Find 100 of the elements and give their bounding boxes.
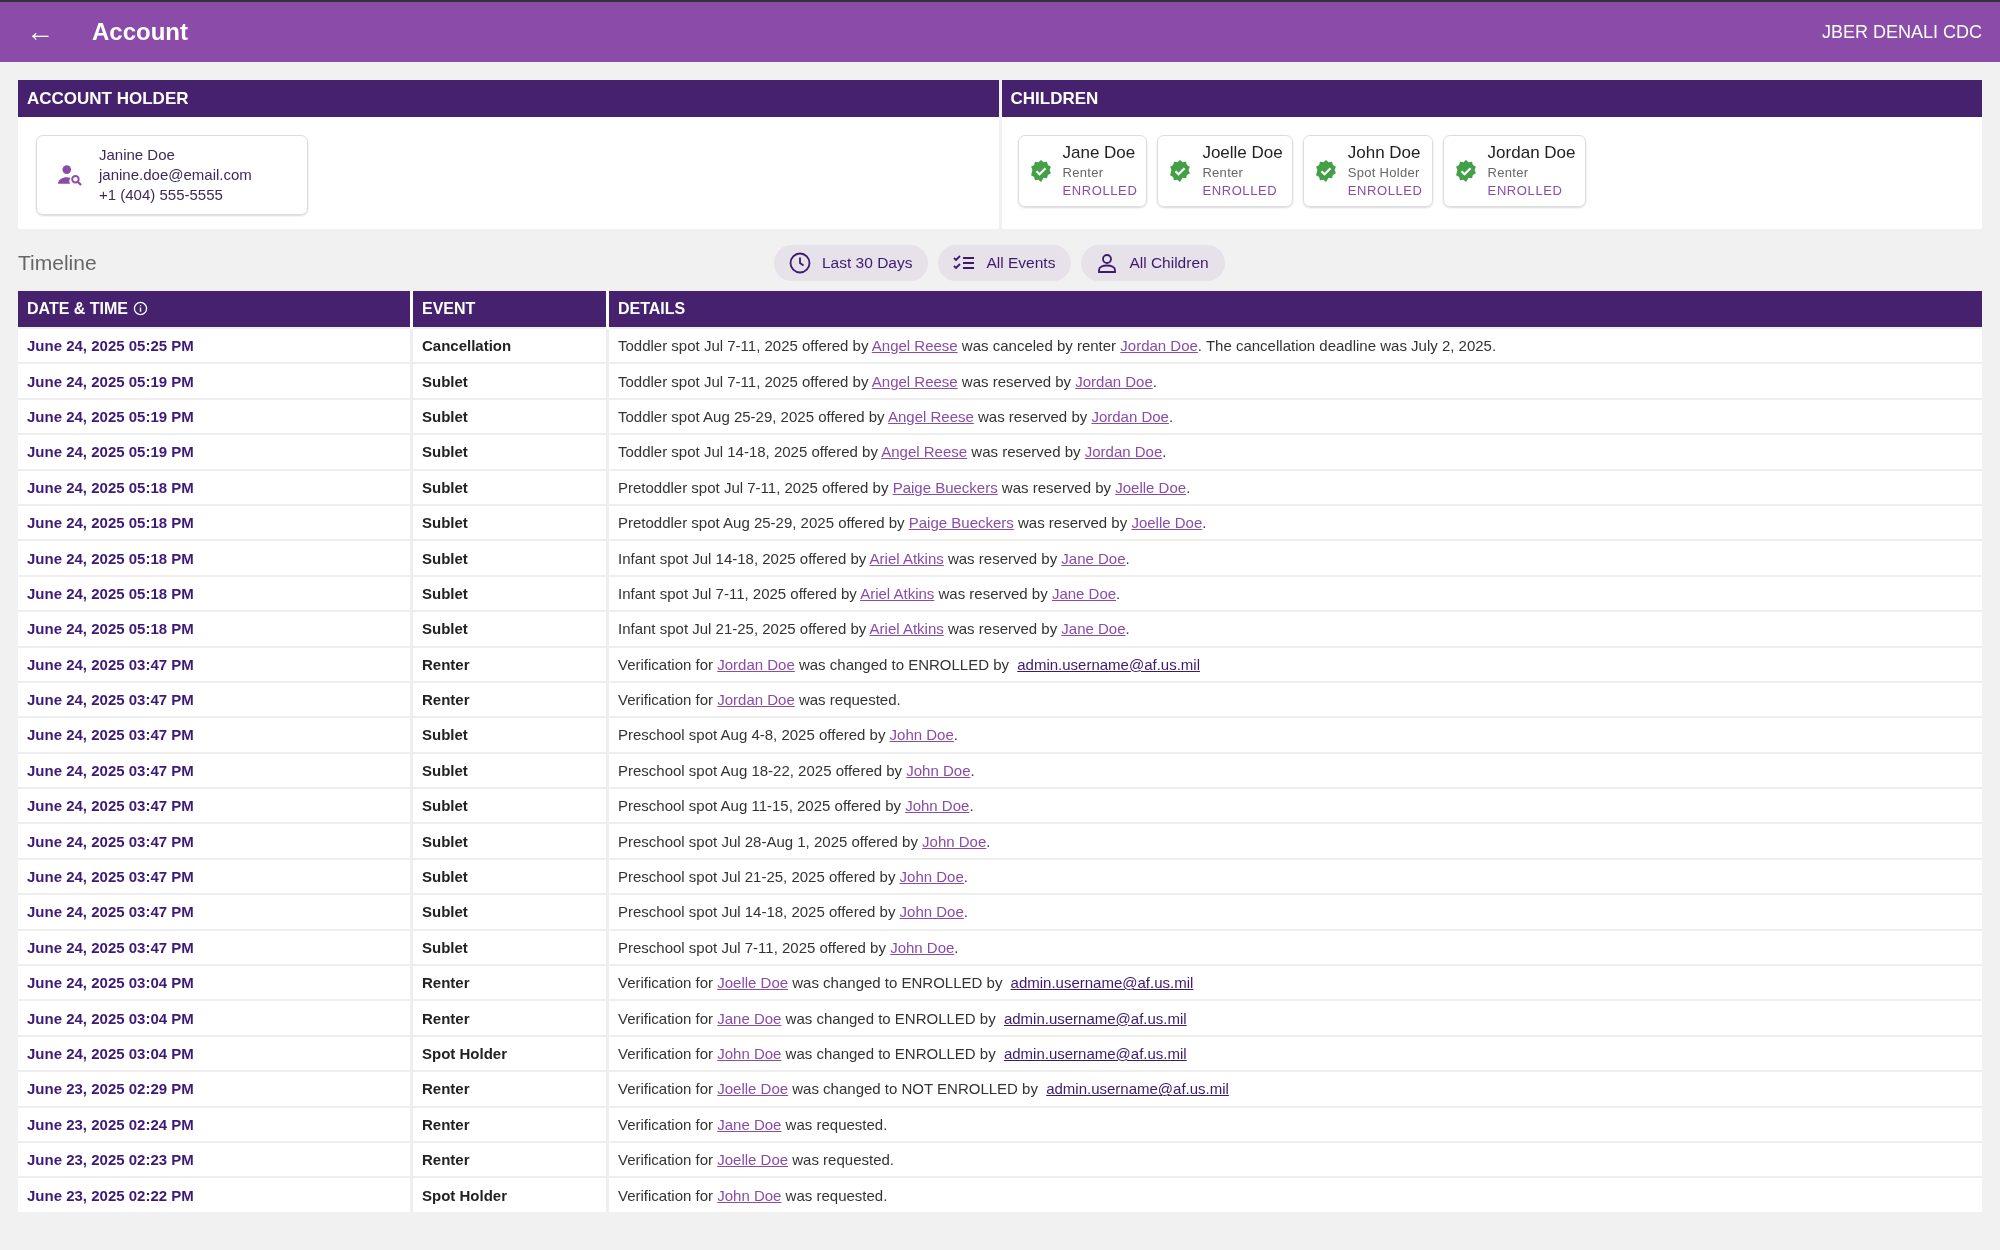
date-time-cell: June 24, 2025 05:19 PM xyxy=(18,363,412,399)
details-cell: Pretoddler spot Aug 25-29, 2025 offered by Paige Bueckers was reserved by Joelle Doe. xyxy=(607,504,1982,541)
email-link[interactable]: admin.username@af.us.mil xyxy=(1017,655,1201,673)
person-link[interactable]: Jordan Doe xyxy=(1084,443,1163,461)
person-link[interactable]: John Doe xyxy=(905,797,970,815)
back-button[interactable]: ← xyxy=(18,16,62,48)
date-time-cell: June 24, 2025 05:18 PM xyxy=(18,611,412,647)
person-link[interactable]: Paige Bueckers xyxy=(908,514,1014,532)
event-cell: Spot Holder xyxy=(411,1035,608,1072)
child-role: Renter xyxy=(1062,164,1105,182)
details-cell: Infant spot Jul 7-11, 2025 offered by Ariel Atkins was reserved by Jane Doe. xyxy=(607,575,1982,612)
child-card[interactable]: Joelle Doe Renter ENROLLED xyxy=(1157,135,1293,207)
date-time-cell: June 24, 2025 03:47 PM xyxy=(18,823,412,859)
person-link[interactable]: John Doe xyxy=(717,1045,782,1062)
date-time-cell: June 23, 2025 02:23 PM xyxy=(18,1142,412,1178)
person-link[interactable]: Joelle Doe xyxy=(717,1080,789,1098)
child-card[interactable]: Jordan Doe Renter ENROLLED xyxy=(1442,135,1586,207)
child-role: Spot Holder xyxy=(1347,164,1421,182)
person-link[interactable]: Jane Doe xyxy=(1061,620,1126,638)
details-cell: Verification for John Doe was requested. xyxy=(607,1177,1982,1212)
child-name: John Doe xyxy=(1347,142,1422,164)
date-time-cell: June 24, 2025 05:19 PM xyxy=(18,434,412,470)
timeline-title: Timeline xyxy=(18,251,98,275)
date-time-cell: June 24, 2025 03:47 PM xyxy=(18,929,412,966)
event-cell: Sublet xyxy=(411,363,608,399)
email-link[interactable]: admin.username@af.us.mil xyxy=(1046,1080,1229,1098)
details-cell: Verification for Jordan Doe was changed to ENROLLED by admin.username@af.us.mil xyxy=(607,646,1982,682)
child-card[interactable]: Jane Doe Renter ENROLLED xyxy=(1017,135,1148,207)
person-link[interactable]: John Doe xyxy=(890,938,955,956)
filter-chip[interactable]: Last 30 Days xyxy=(774,245,929,281)
person-link[interactable]: Jane Doe xyxy=(717,1115,782,1133)
filter-chip[interactable]: All Children xyxy=(1081,245,1225,281)
person-link[interactable]: Jordan Doe xyxy=(1120,337,1198,355)
person-link[interactable]: Paige Bueckers xyxy=(892,478,998,496)
email-link[interactable]: admin.username@af.us.mil xyxy=(1003,1045,1187,1062)
details-cell: Toddler spot Jul 14-18, 2025 offered by Angel Reese was reserved by Jordan Doe. xyxy=(607,434,1982,470)
details-cell: Verification for Joelle Doe was requested. xyxy=(607,1142,1982,1178)
column-header: DATE & TIME xyxy=(18,291,412,328)
person-link[interactable]: Jordan Doe xyxy=(717,655,795,673)
event-cell: Renter xyxy=(411,1106,608,1142)
date-time-cell: June 23, 2025 02:24 PM xyxy=(18,1106,412,1142)
event-cell: Renter xyxy=(411,1142,608,1178)
person-link[interactable]: John Doe xyxy=(717,1186,782,1204)
date-time-cell: June 24, 2025 03:47 PM xyxy=(18,894,412,930)
child-role: Renter xyxy=(1487,164,1530,182)
event-cell: Sublet xyxy=(411,575,608,612)
person-link[interactable]: Joelle Doe xyxy=(1115,478,1187,496)
person-link[interactable]: Jordan Doe xyxy=(1075,372,1153,390)
person-link[interactable]: Ariel Atkins xyxy=(860,584,935,602)
event-cell: Sublet xyxy=(411,469,608,505)
date-time-cell: June 24, 2025 03:47 PM xyxy=(18,681,412,718)
person-link[interactable]: Angel Reese xyxy=(887,407,974,425)
date-time-cell: June 24, 2025 03:47 PM xyxy=(18,752,412,789)
person-link[interactable]: Jane Doe xyxy=(1051,584,1117,602)
details-cell: Verification for Jane Doe was changed to ENROLLED by admin.username@af.us.mil xyxy=(607,1000,1982,1036)
person-link[interactable]: Ariel Atkins xyxy=(869,620,944,638)
verified-badge-icon xyxy=(1168,159,1193,183)
filter-chip[interactable]: All Events xyxy=(938,245,1072,281)
enrollment-status: ENROLLED xyxy=(1202,182,1279,200)
event-cell: Renter xyxy=(411,681,608,718)
email-link[interactable]: admin.username@af.us.mil xyxy=(1010,974,1194,992)
person-link[interactable]: John Doe xyxy=(899,903,964,921)
event-cell: Sublet xyxy=(411,611,608,647)
account-holder-card[interactable]: Janine Doe janine.doe@email.com +1 (404) 555-5555 xyxy=(36,135,308,215)
page-title: Account xyxy=(92,18,188,46)
enrollment-status: ENROLLED xyxy=(1347,182,1423,200)
panel-header: ACCOUNT HOLDER xyxy=(18,80,999,117)
details-cell: Infant spot Jul 14-18, 2025 offered by Ariel Atkins was reserved by Jane Doe. xyxy=(607,540,1982,576)
person-link[interactable]: Angel Reese xyxy=(871,372,958,390)
person-link[interactable]: Jane Doe xyxy=(1061,549,1126,567)
date-time-cell: June 24, 2025 05:18 PM xyxy=(18,504,412,541)
event-cell: Sublet xyxy=(411,858,608,895)
person-link[interactable]: Joelle Doe xyxy=(717,974,789,992)
event-cell: Sublet xyxy=(411,504,608,541)
person-link[interactable]: John Doe xyxy=(922,832,987,850)
event-cell: Sublet xyxy=(411,752,608,789)
clock-icon xyxy=(788,251,812,275)
person-link[interactable]: Angel Reese xyxy=(881,443,968,461)
details-cell: Preschool spot Jul 7-11, 2025 offered by John Doe. xyxy=(607,929,1982,966)
date-time-cell: June 24, 2025 03:47 PM xyxy=(18,717,412,753)
person-link[interactable]: John Doe xyxy=(899,868,964,886)
email-link[interactable]: admin.username@af.us.mil xyxy=(1003,1009,1187,1027)
person-link[interactable]: Jordan Doe xyxy=(717,691,795,709)
person-link[interactable]: Jordan Doe xyxy=(1091,407,1169,425)
column-header: EVENT xyxy=(411,291,608,328)
child-card[interactable]: John Doe Spot Holder ENROLLED xyxy=(1302,135,1433,207)
details-cell: Pretoddler spot Jul 7-11, 2025 offered by Paige Bueckers was reserved by Joelle Doe. xyxy=(607,469,1982,505)
person-link[interactable]: Joelle Doe xyxy=(717,1151,789,1169)
person-link[interactable]: Ariel Atkins xyxy=(869,549,944,567)
person-link[interactable]: John Doe xyxy=(906,761,971,779)
details-cell: Preschool spot Jul 21-25, 2025 offered by John Doe. xyxy=(607,858,1982,895)
person-link[interactable]: Angel Reese xyxy=(871,337,958,355)
person-search-icon xyxy=(57,162,83,188)
child-name: Jordan Doe xyxy=(1487,142,1576,164)
details-cell: Toddler spot Jul 7-11, 2025 offered by Angel Reese was reserved by Jordan Doe. xyxy=(607,363,1982,399)
person-link[interactable]: John Doe xyxy=(889,726,954,744)
person-link[interactable]: Joelle Doe xyxy=(1131,514,1203,532)
person-link[interactable]: Jane Doe xyxy=(717,1009,782,1027)
date-time-cell: June 24, 2025 05:19 PM xyxy=(18,398,412,435)
event-cell: Sublet xyxy=(411,540,608,576)
